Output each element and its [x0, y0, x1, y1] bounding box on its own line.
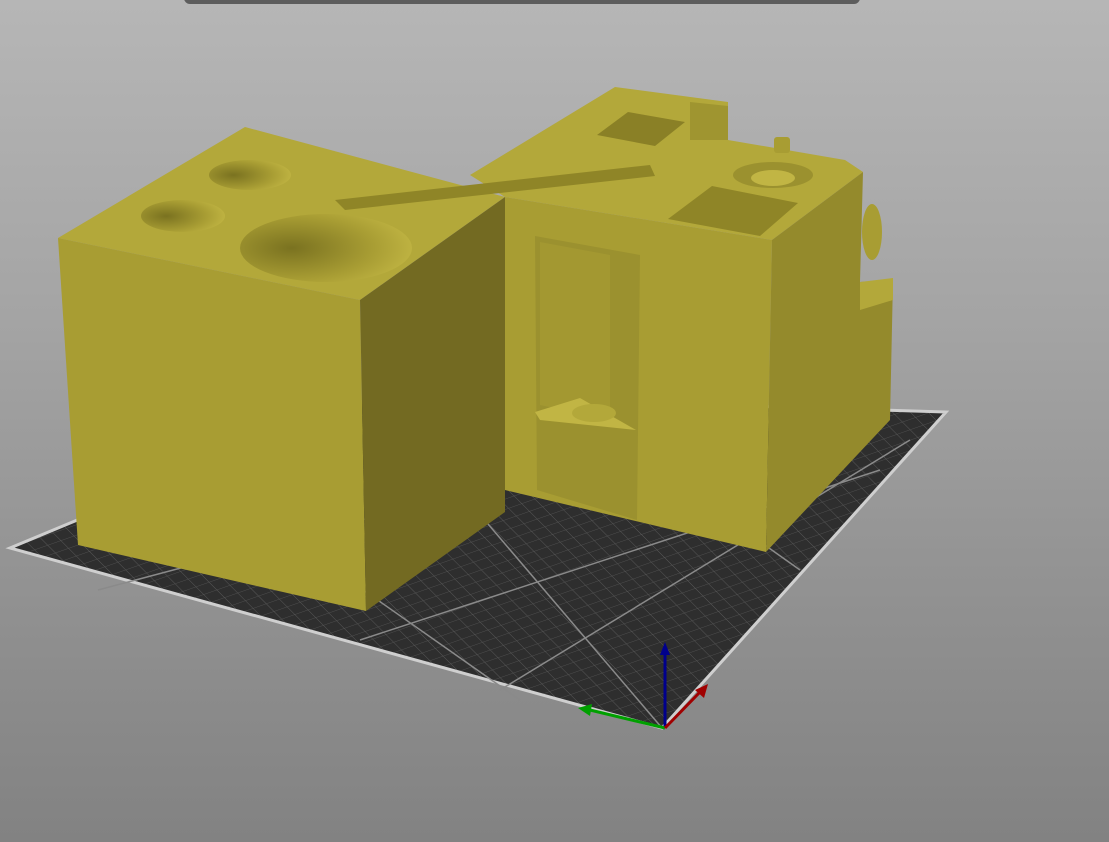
hole-large — [240, 214, 412, 282]
3d-viewport[interactable] — [0, 0, 1109, 842]
hole-small-1 — [209, 160, 291, 190]
knob — [774, 137, 790, 153]
scene-canvas[interactable] — [0, 0, 1109, 842]
coin-emboss — [572, 404, 616, 422]
hole-small-2 — [141, 200, 225, 232]
